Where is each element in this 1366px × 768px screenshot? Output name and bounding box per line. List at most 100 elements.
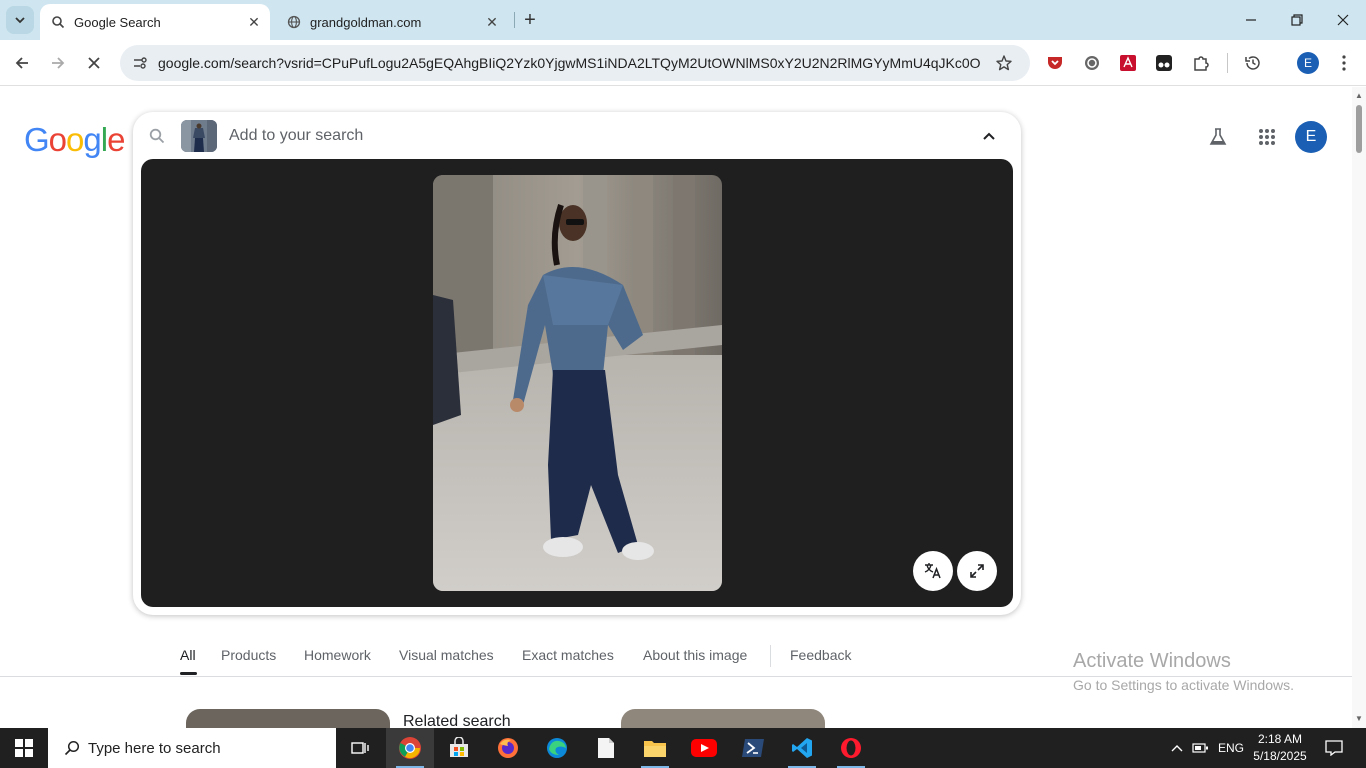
- pocket-extension-icon[interactable]: [1043, 51, 1067, 75]
- activate-windows-watermark: Activate Windows Go to Settings to activ…: [1073, 650, 1294, 693]
- scroll-up-icon[interactable]: ▲: [1355, 91, 1363, 100]
- google-logo[interactable]: Google: [24, 121, 125, 159]
- forward-button[interactable]: [42, 47, 74, 79]
- chrome-taskbar-app[interactable]: [386, 728, 434, 768]
- tab-exact-matches[interactable]: Exact matches: [522, 647, 614, 663]
- toolbar-divider: [1227, 53, 1228, 73]
- page-scrollbar[interactable]: ▲ ▼: [1352, 87, 1366, 728]
- image-viewer: [141, 159, 1013, 607]
- file-explorer-taskbar-app[interactable]: [631, 728, 679, 768]
- tab-visual-matches[interactable]: Visual matches: [399, 647, 494, 663]
- labs-flask-icon[interactable]: [1202, 121, 1234, 153]
- notifications-icon[interactable]: [1318, 728, 1350, 768]
- youtube-icon: [691, 739, 717, 757]
- vscode-icon: [792, 738, 812, 758]
- edge-icon: [547, 738, 567, 758]
- pdf-extension-icon[interactable]: [1116, 51, 1140, 75]
- start-button[interactable]: [0, 728, 48, 768]
- result-image-thumbnail[interactable]: [186, 709, 390, 728]
- url-text[interactable]: google.com/search?vsrid=CPuPufLogu2A5gEQ…: [158, 55, 980, 71]
- notepad-taskbar-app[interactable]: [582, 728, 630, 768]
- close-tab-icon[interactable]: ✕: [482, 12, 502, 32]
- account-avatar[interactable]: E: [1295, 121, 1327, 153]
- windows-logo-icon: [15, 739, 33, 757]
- query-image-thumbnail[interactable]: [181, 120, 217, 152]
- related-search-heading: Related search: [403, 713, 511, 728]
- vscode-taskbar-app[interactable]: [778, 728, 826, 768]
- chevron-up-icon[interactable]: [1166, 728, 1188, 768]
- terminal-icon: [742, 739, 764, 757]
- windows-taskbar: Type here to search ENG 2:18 AM 5/18/202…: [0, 728, 1366, 768]
- tab-all[interactable]: All: [180, 647, 196, 663]
- task-view-button[interactable]: [336, 728, 384, 768]
- arrow-left-icon: [15, 57, 28, 69]
- battery-network-icon[interactable]: [1190, 728, 1212, 768]
- close-icon: [88, 57, 100, 69]
- youtube-taskbar-app[interactable]: [680, 728, 728, 768]
- stop-loading-button[interactable]: [78, 47, 110, 79]
- chrome-icon: [399, 737, 421, 759]
- tampermonkey-extension-icon[interactable]: [1152, 51, 1176, 75]
- result-image-thumbnail[interactable]: [621, 709, 825, 728]
- new-tab-button[interactable]: +: [518, 8, 542, 32]
- arrow-right-icon: [52, 57, 65, 69]
- back-button[interactable]: [6, 47, 38, 79]
- translate-button[interactable]: [913, 551, 953, 591]
- query-image[interactable]: [433, 175, 722, 591]
- expand-icon: [970, 564, 984, 578]
- restore-icon[interactable]: [1274, 0, 1320, 40]
- firefox-taskbar-app[interactable]: [484, 728, 532, 768]
- document-icon: [598, 738, 614, 758]
- tab-about-this-image[interactable]: About this image: [643, 647, 747, 663]
- scroll-down-icon[interactable]: ▼: [1355, 714, 1363, 723]
- extensions-puzzle-icon[interactable]: [1189, 51, 1213, 75]
- tab-products[interactable]: Products: [221, 647, 276, 663]
- edge-taskbar-app[interactable]: [533, 728, 581, 768]
- tab-grandgoldman[interactable]: grandgoldman.com ✕: [276, 4, 508, 40]
- history-icon[interactable]: [1241, 51, 1265, 75]
- input-language-indicator[interactable]: ENG: [1214, 728, 1248, 768]
- scrollbar-thumb[interactable]: [1356, 105, 1362, 153]
- watermark-title: Activate Windows: [1073, 650, 1231, 672]
- taskbar-search-box[interactable]: Type here to search: [48, 728, 336, 768]
- grammarly-extension-icon[interactable]: [1080, 51, 1104, 75]
- feedback-link[interactable]: Feedback: [790, 647, 851, 663]
- clock-date: 5/18/2025: [1253, 749, 1307, 763]
- minimize-icon[interactable]: [1228, 0, 1274, 40]
- lens-search-card: Add to your search: [133, 112, 1021, 615]
- close-tab-icon[interactable]: ✕: [244, 12, 264, 32]
- powershell-taskbar-app[interactable]: [729, 728, 777, 768]
- bookmark-star-icon[interactable]: [990, 49, 1018, 77]
- tab-google-search[interactable]: Google Search ✕: [40, 4, 270, 40]
- watermark-subtitle: Go to Settings to activate Windows.: [1073, 677, 1294, 693]
- tab-homework[interactable]: Homework: [304, 647, 371, 663]
- search-icon: [147, 126, 167, 146]
- system-clock[interactable]: 2:18 AM 5/18/2025: [1250, 731, 1310, 765]
- close-window-icon[interactable]: [1320, 0, 1366, 40]
- tab-title: grandgoldman.com: [310, 14, 422, 30]
- search-bar: Add to your search: [133, 112, 1021, 160]
- taskbar-search-placeholder: Type here to search: [88, 739, 221, 757]
- opera-icon: [841, 738, 861, 758]
- microsoft-store-taskbar-app[interactable]: [435, 728, 483, 768]
- tab-search-button[interactable]: [6, 6, 34, 34]
- task-view-icon: [351, 742, 369, 754]
- add-to-search-input[interactable]: Add to your search: [229, 127, 977, 145]
- tabs-divider: [770, 645, 771, 667]
- address-bar[interactable]: google.com/search?vsrid=CPuPufLogu2A5gEQ…: [120, 45, 1030, 81]
- chevron-up-icon[interactable]: [977, 124, 1001, 148]
- translate-icon: [924, 563, 941, 579]
- firefox-icon: [498, 738, 518, 758]
- google-lens-results-page: Google Add to your search E All Products…: [0, 87, 1352, 728]
- tab-title: Google Search: [74, 14, 161, 30]
- tab-divider: [514, 12, 515, 28]
- browser-menu-icon[interactable]: [1332, 51, 1356, 75]
- apps-grid-icon[interactable]: [1251, 121, 1283, 153]
- browser-profile-avatar[interactable]: E: [1297, 52, 1319, 74]
- clock-time: 2:18 AM: [1257, 732, 1303, 746]
- folder-icon: [644, 741, 666, 757]
- site-settings-icon[interactable]: [128, 51, 152, 75]
- fullscreen-button[interactable]: [957, 551, 997, 591]
- opera-taskbar-app[interactable]: [827, 728, 875, 768]
- search-icon: [62, 738, 82, 758]
